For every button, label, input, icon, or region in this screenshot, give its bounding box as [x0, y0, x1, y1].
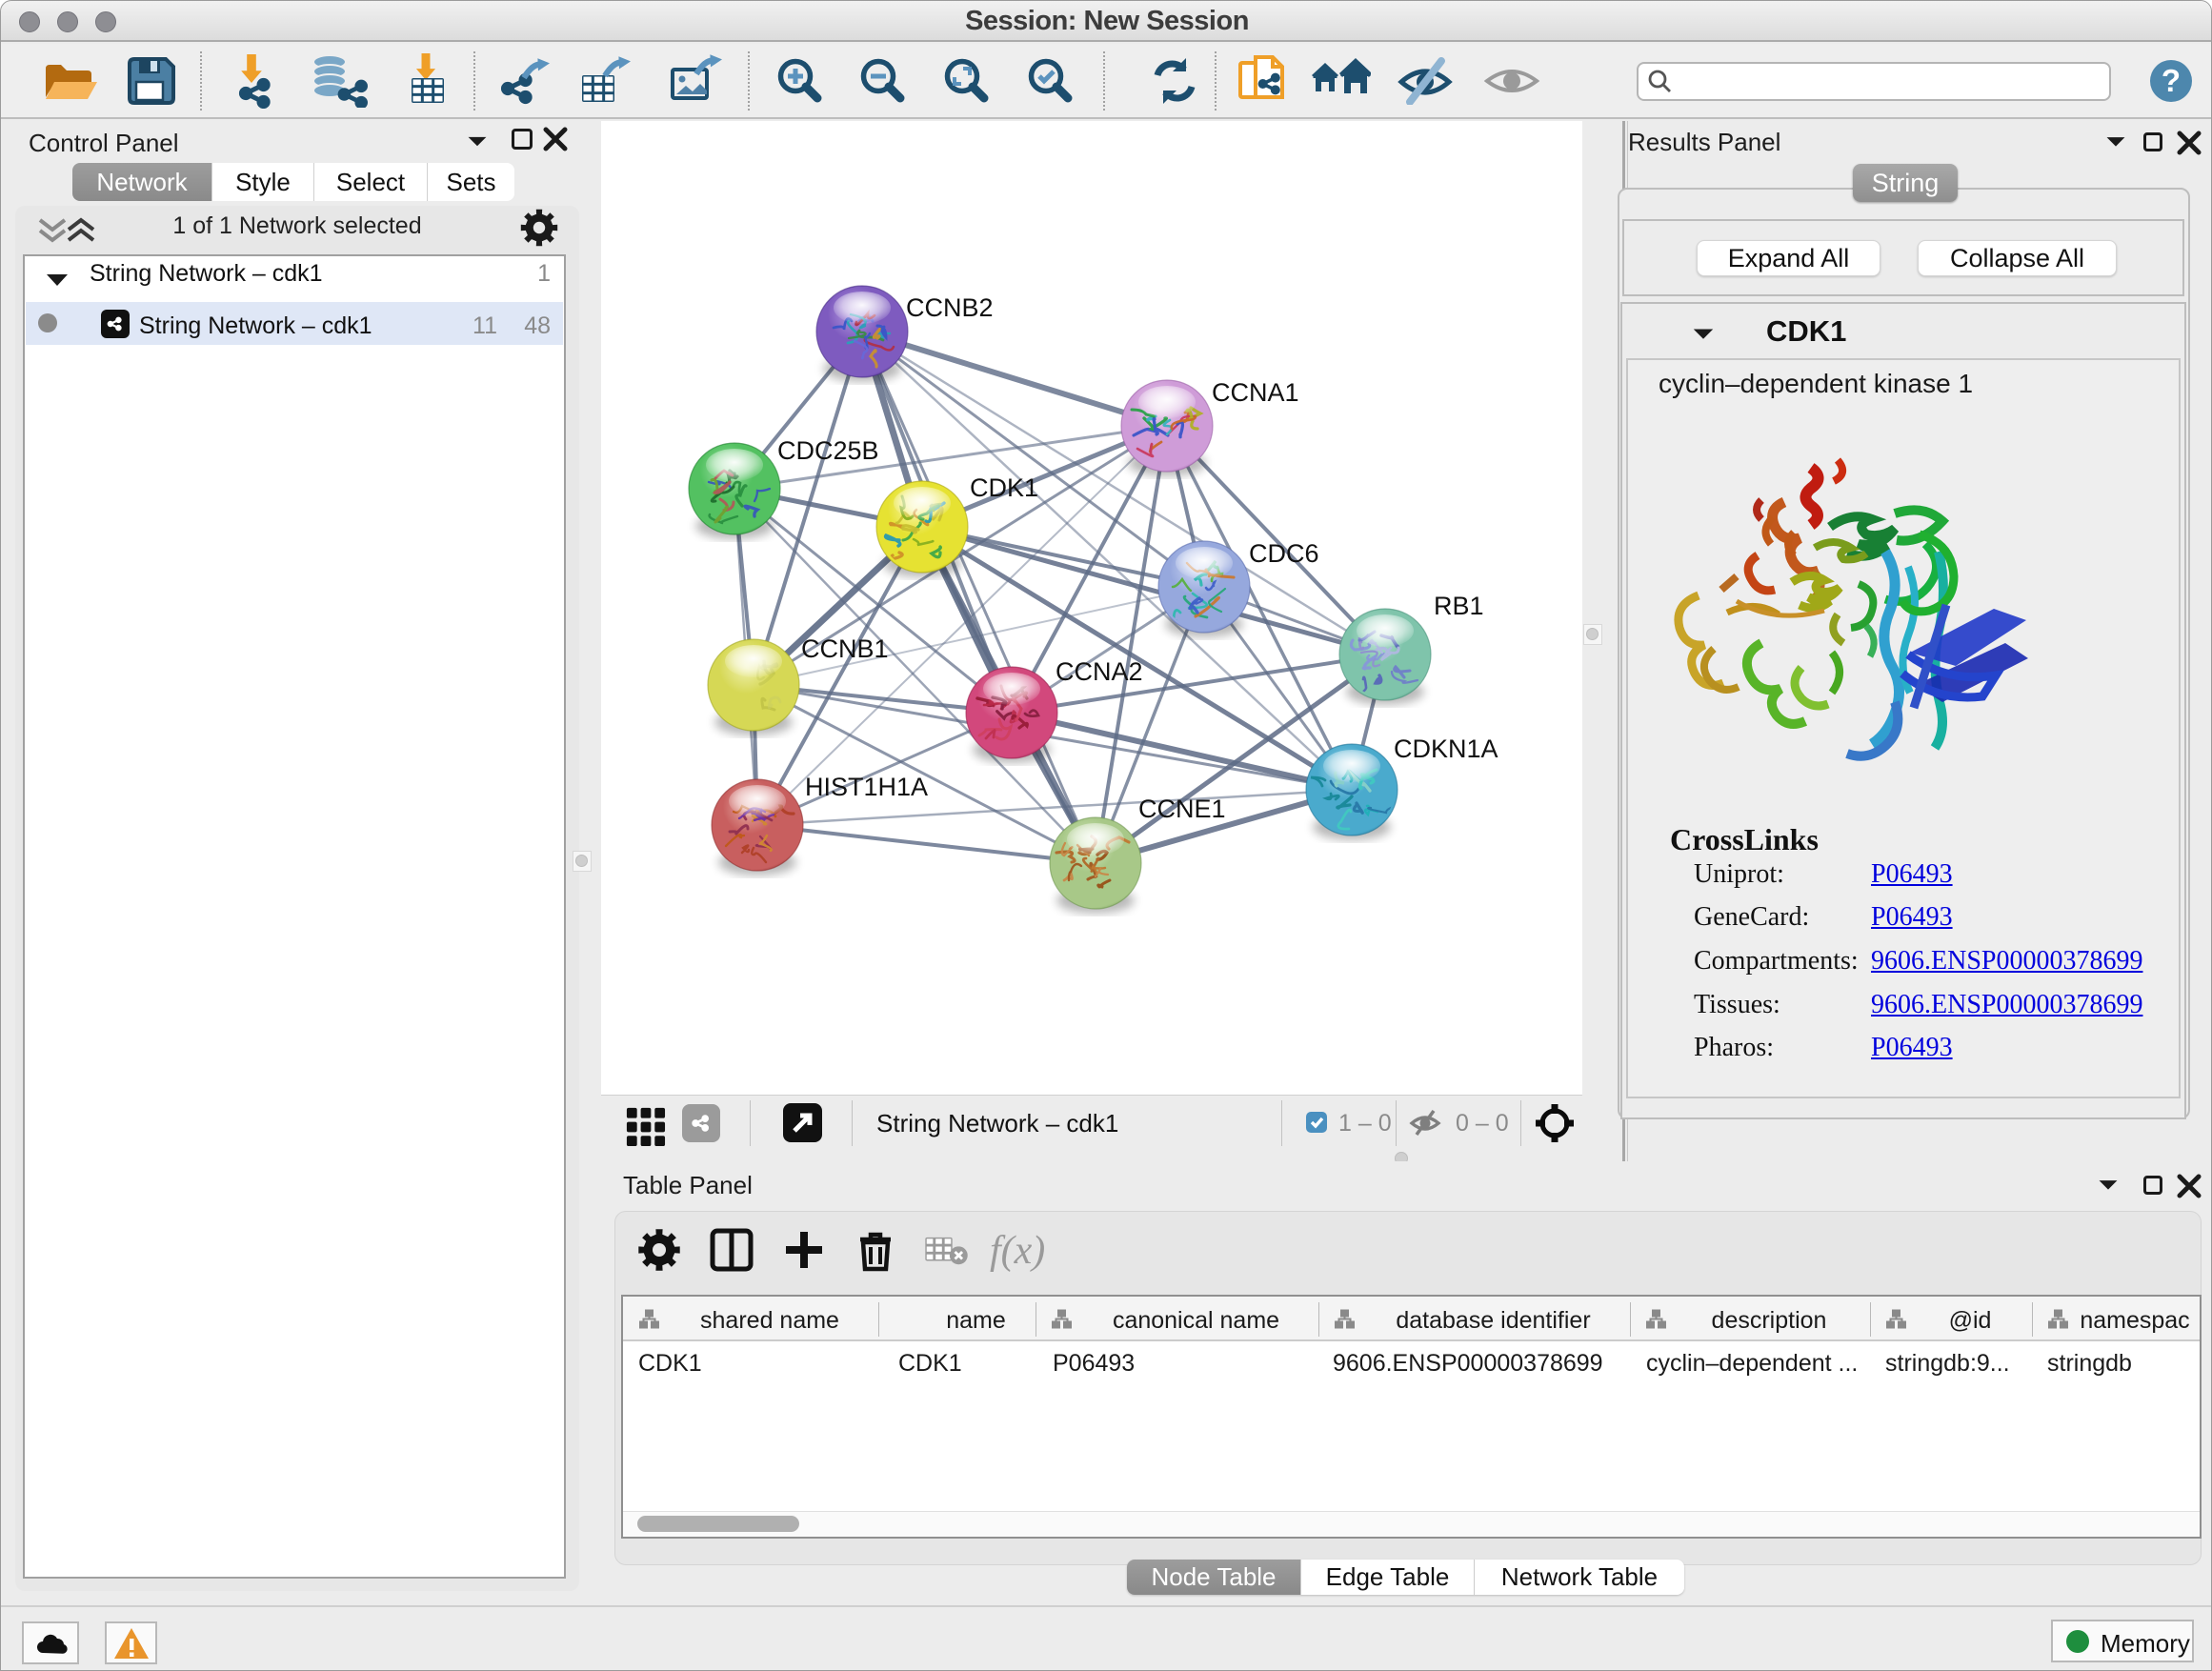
svg-text:HIST1H1A: HIST1H1A: [805, 773, 928, 801]
svg-text:CCNB2: CCNB2: [906, 293, 994, 322]
svg-text:CDK1: CDK1: [970, 473, 1038, 502]
svg-text:CCNA1: CCNA1: [1212, 378, 1299, 407]
svg-text:RB1: RB1: [1434, 592, 1484, 620]
svg-text:CCNA2: CCNA2: [1056, 657, 1143, 686]
svg-text:CDC25B: CDC25B: [777, 436, 879, 465]
svg-text:CDC6: CDC6: [1249, 539, 1319, 568]
svg-text:CCNE1: CCNE1: [1138, 795, 1226, 823]
svg-text:CDKN1A: CDKN1A: [1394, 735, 1498, 763]
svg-text:CCNB1: CCNB1: [801, 634, 889, 663]
